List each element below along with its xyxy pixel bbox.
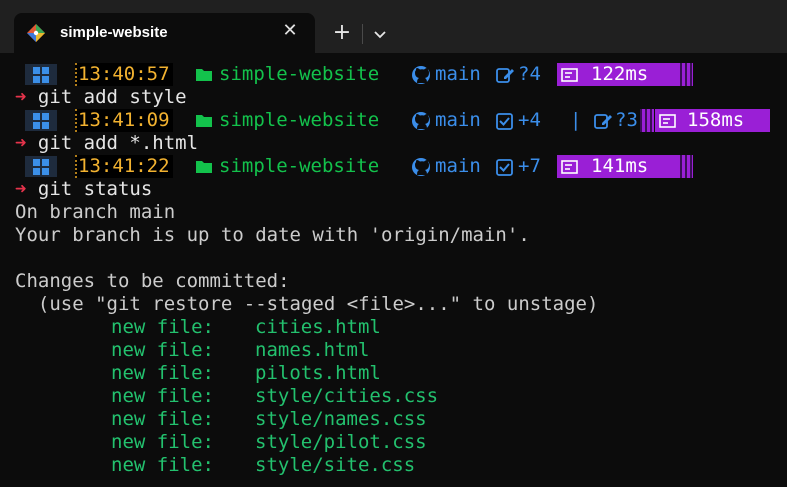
file-path: pilots.html — [255, 362, 381, 384]
github-icon — [410, 63, 432, 86]
staged-count: +7 — [518, 155, 541, 177]
folder-icon — [195, 63, 213, 86]
command-text: git status — [37, 178, 153, 200]
titlebar-divider — [362, 24, 363, 44]
prompt-line-3: 13:41:22 simple-website main +7 141ms — [15, 155, 785, 178]
file-status: new file: — [111, 362, 214, 384]
duration-badge: 122ms — [557, 63, 677, 86]
prompt-arrow-icon: ➜ — [15, 132, 27, 154]
badge-fade-left — [640, 109, 654, 132]
staged-check-icon — [495, 155, 515, 178]
file-path: style/cities.css — [255, 385, 439, 407]
branch-name: main — [435, 63, 481, 85]
file-status: new file: — [111, 431, 214, 453]
file-status: new file: — [111, 385, 214, 407]
folder-icon — [195, 155, 213, 178]
tab-dropdown-button[interactable] — [368, 20, 392, 48]
command-line-2: ➜ git add *.html — [15, 132, 198, 155]
command-text: git add *.html — [37, 132, 199, 154]
stopwatch-icon — [561, 63, 579, 86]
github-icon — [410, 109, 432, 132]
file-path: cities.html — [255, 316, 381, 338]
windows-icon — [33, 113, 49, 129]
terminal-output[interactable]: 13:40:57 simple-website main ?4 122ms ➜ … — [0, 53, 787, 487]
time-segment: 13:41:22 — [75, 155, 173, 178]
file-status: new file: — [111, 316, 214, 338]
branch-name: main — [435, 109, 481, 131]
time-segment: 13:41:09 — [75, 109, 173, 132]
status-divider: | — [570, 109, 582, 131]
prompt-line-1: 13:40:57 simple-website main ?4 122ms — [15, 63, 785, 86]
file-status: new file: — [111, 339, 214, 361]
command-text: git add style — [37, 86, 187, 108]
new-tab-button[interactable]: + — [328, 20, 356, 48]
prompt-arrow-icon: ➜ — [15, 86, 27, 108]
duration-text: 122ms — [591, 63, 649, 85]
command-line-3: ➜ git status — [15, 178, 152, 201]
file-path: style/site.css — [255, 454, 416, 476]
output-line: On branch main — [15, 201, 176, 223]
command-line-1: ➜ git add style — [15, 86, 187, 109]
git-diamond-icon — [26, 23, 46, 43]
folder-name: simple-website — [219, 155, 380, 177]
stopwatch-icon — [561, 155, 579, 178]
tab-simple-website[interactable]: simple-website ✕ — [14, 13, 315, 53]
duration-badge: 141ms — [557, 155, 677, 178]
output-line: Changes to be committed: — [15, 270, 290, 292]
time-segment: 13:40:57 — [75, 63, 173, 86]
duration-badge: 158ms — [655, 109, 770, 132]
staged-check-icon — [495, 109, 515, 132]
file-status: new file: — [111, 408, 214, 430]
prompt-arrow-icon: ➜ — [15, 178, 27, 200]
file-path: style/pilot.css — [255, 431, 427, 453]
branch-name: main — [435, 155, 481, 177]
windows-segment — [25, 110, 57, 131]
badge-fade — [677, 63, 693, 86]
edit-icon — [593, 109, 613, 132]
file-path: style/names.css — [255, 408, 427, 430]
windows-segment — [25, 156, 57, 177]
tab-title: simple-website — [60, 24, 168, 41]
badge-fade — [677, 155, 693, 178]
close-tab-button[interactable]: ✕ — [278, 19, 302, 43]
output-line: Your branch is up to date with 'origin/m… — [15, 224, 530, 246]
folder-name: simple-website — [219, 63, 380, 85]
duration-text: 158ms — [687, 109, 745, 131]
file-path: names.html — [255, 339, 370, 361]
folder-name: simple-website — [219, 109, 380, 131]
edit-icon — [495, 63, 515, 86]
file-status: new file: — [111, 454, 214, 476]
title-bar: simple-website ✕ + — [0, 0, 787, 53]
windows-segment — [25, 64, 57, 85]
stopwatch-icon — [659, 109, 677, 132]
github-icon — [410, 155, 432, 178]
windows-icon — [33, 159, 49, 175]
untracked-count: ?3 — [615, 109, 638, 131]
untracked-count: ?4 — [518, 63, 541, 85]
prompt-line-2: 13:41:09 simple-website main +4 | ?3 158… — [15, 109, 785, 132]
windows-icon — [33, 67, 49, 83]
chevron-down-icon — [374, 31, 386, 39]
staged-count: +4 — [518, 109, 541, 131]
folder-icon — [195, 109, 213, 132]
duration-text: 141ms — [591, 155, 649, 177]
output-line: (use "git restore --staged <file>..." to… — [15, 293, 599, 315]
